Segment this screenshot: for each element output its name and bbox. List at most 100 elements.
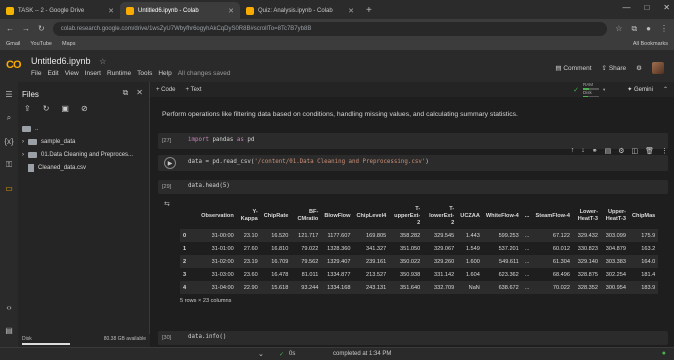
files-folder-icon[interactable]: ▭ bbox=[5, 184, 13, 193]
refresh-icon[interactable]: ↻ bbox=[43, 104, 50, 113]
tab-untitled6[interactable]: Untitled6.ipynb - Colab ✕ bbox=[120, 2, 240, 19]
bookmark-maps[interactable]: Maps bbox=[62, 41, 75, 47]
chevron-down-icon[interactable]: ▾ bbox=[603, 87, 605, 93]
command-palette-icon[interactable]: ▤ bbox=[5, 326, 13, 335]
row-index: 1 bbox=[183, 245, 187, 252]
column-header: ChipRate bbox=[263, 212, 289, 219]
colab-logo[interactable]: CO bbox=[6, 59, 21, 71]
upload-icon[interactable]: ⇪ bbox=[24, 104, 31, 113]
code-snippets-icon[interactable]: ‹› bbox=[6, 303, 11, 312]
table-cell: 79.562 bbox=[291, 255, 322, 268]
close-icon[interactable]: ✕ bbox=[228, 7, 234, 15]
delete-icon[interactable]: 🗑 bbox=[645, 147, 654, 155]
table-cell: 23.10 bbox=[236, 229, 261, 242]
settings-gear-icon[interactable]: ⚙ bbox=[636, 64, 642, 72]
table-cell: 31-03:00 bbox=[211, 271, 234, 278]
gemini-label: Gemini bbox=[633, 87, 653, 93]
list-item[interactable]: › 01.Data Cleaning and Preproces... bbox=[22, 148, 133, 161]
tab-quiz-analysis[interactable]: Quiz: Analysis.ipynb - Colab ✕ bbox=[240, 2, 360, 19]
menu-file[interactable]: File bbox=[31, 70, 41, 77]
search-icon[interactable]: ⌕ bbox=[7, 113, 11, 123]
close-icon[interactable]: ✕ bbox=[108, 7, 114, 15]
status-bar: ⌄ ✓ 0s completed at 1:34 PM ● bbox=[0, 347, 674, 360]
more-icon[interactable]: ⋮ bbox=[661, 147, 668, 155]
list-item[interactable]: Cleaned_data.csv bbox=[22, 161, 133, 174]
link-icon[interactable]: ⚭ bbox=[592, 147, 598, 155]
bookmark-youtube[interactable]: YouTube bbox=[30, 41, 52, 47]
expand-chevron-icon[interactable]: › bbox=[22, 152, 24, 158]
all-bookmarks[interactable]: All Bookmarks bbox=[633, 41, 668, 47]
bookmark-star-icon[interactable]: ☆ bbox=[615, 24, 622, 34]
row-index: 4 bbox=[180, 281, 199, 294]
ram-disk-indicator[interactable]: ✓ RAM Disk ▾ bbox=[573, 82, 605, 98]
cell-toolbar: ↑ ↓ ⚭ ▤ ⚙ ◫ 🗑 ⋮ bbox=[571, 147, 668, 155]
menu-insert[interactable]: Insert bbox=[85, 70, 101, 77]
menu-help[interactable]: Help bbox=[158, 70, 171, 77]
code-text: pd bbox=[243, 137, 255, 143]
expand-chevron-icon[interactable]: › bbox=[22, 139, 24, 145]
avatar[interactable] bbox=[652, 62, 664, 74]
table-cell: 79.022 bbox=[301, 245, 319, 252]
minimize-button[interactable]: — bbox=[622, 3, 630, 12]
notebook-name[interactable]: Untitled6.ipynb bbox=[31, 56, 91, 66]
browser-menu-icon[interactable]: ⋮ bbox=[660, 24, 668, 34]
list-item[interactable]: .. bbox=[22, 122, 133, 135]
comment-icon[interactable]: ▤ bbox=[605, 147, 612, 155]
menu-runtime[interactable]: Runtime bbox=[107, 70, 131, 77]
table-cell: 304.879 bbox=[605, 245, 626, 252]
table-view-icon[interactable]: ⇆ bbox=[164, 200, 170, 208]
code-cell-head[interactable]: [29] data.head(5) bbox=[158, 180, 668, 194]
cell-code: data.info() bbox=[188, 334, 227, 340]
star-icon[interactable]: ☆ bbox=[99, 57, 106, 66]
toc-icon[interactable]: ☰ bbox=[5, 90, 12, 99]
table-cell: 332.709 bbox=[423, 281, 458, 294]
table-cell: 331.142 bbox=[434, 271, 455, 278]
share-button[interactable]: ⇪ Share bbox=[602, 64, 627, 72]
close-window-button[interactable]: ✕ bbox=[663, 3, 670, 12]
text-cell[interactable]: Perform operations like filtering data b… bbox=[162, 111, 518, 118]
collapse-icon[interactable]: ⌃ bbox=[663, 86, 668, 93]
forward-icon[interactable]: → bbox=[22, 24, 30, 33]
url-field[interactable]: colab.research.google.com/drive/1wsZyU7W… bbox=[52, 21, 608, 36]
secrets-key-icon[interactable]: ⚿ bbox=[6, 160, 12, 170]
hide-files-icon[interactable]: ⊘ bbox=[81, 104, 88, 113]
add-text-button[interactable]: + Text bbox=[186, 87, 202, 93]
variables-icon[interactable]: {x} bbox=[4, 137, 13, 146]
tab-google-drive[interactable]: TASK -- 2 - Google Drive ✕ bbox=[0, 2, 120, 19]
status-dot-icon: ● bbox=[661, 350, 666, 357]
table-cell: 303.383 bbox=[600, 255, 629, 268]
menu-edit[interactable]: Edit bbox=[47, 70, 58, 77]
comment-label: Comment bbox=[563, 65, 592, 72]
table-cell: 329.545 bbox=[423, 229, 458, 242]
back-icon[interactable]: ← bbox=[6, 24, 14, 33]
menu-tools[interactable]: Tools bbox=[137, 70, 152, 77]
list-item[interactable]: › sample_data bbox=[22, 135, 133, 148]
gemini-button[interactable]: ✦ Gemini bbox=[627, 86, 653, 93]
move-down-icon[interactable]: ↓ bbox=[581, 147, 585, 155]
code-cell-read-csv[interactable]: ▶ data = pd.read_csv('/content/01.Data C… bbox=[158, 155, 668, 171]
code-cell-info[interactable]: [30] data.info() bbox=[158, 331, 668, 345]
files-panel-title: Files bbox=[22, 90, 39, 99]
profile-icon[interactable]: ● bbox=[646, 24, 651, 34]
table-cell: 31-00:00 bbox=[198, 229, 237, 242]
maximize-button[interactable]: □ bbox=[644, 3, 649, 12]
move-up-icon[interactable]: ↑ bbox=[571, 147, 575, 155]
extensions-icon[interactable]: ⧉ bbox=[631, 24, 637, 34]
comment-button[interactable]: ▤ Comment bbox=[555, 64, 591, 72]
mount-drive-icon[interactable]: ▣ bbox=[61, 104, 69, 113]
reload-icon[interactable]: ↻ bbox=[38, 24, 45, 33]
run-cell-button[interactable]: ▶ bbox=[164, 157, 176, 169]
close-icon[interactable]: ✕ bbox=[348, 7, 354, 15]
chevron-down-icon[interactable]: ⌄ bbox=[258, 350, 264, 358]
close-icon[interactable]: ✕ bbox=[136, 88, 143, 98]
bookmark-gmail[interactable]: Gmail bbox=[6, 41, 20, 47]
mirror-cell-icon[interactable]: ◫ bbox=[631, 147, 638, 155]
settings-gear-icon[interactable]: ⚙ bbox=[618, 147, 624, 155]
add-code-button[interactable]: + Code bbox=[156, 87, 176, 93]
table-cell: 302.254 bbox=[605, 271, 626, 278]
disk-available: 80.38 GB available bbox=[103, 336, 146, 342]
menu-view[interactable]: View bbox=[65, 70, 79, 77]
file-name: sample_data bbox=[41, 138, 76, 145]
new-tab-button[interactable]: + bbox=[366, 5, 372, 16]
open-in-tab-icon[interactable]: ⧉ bbox=[123, 88, 129, 98]
